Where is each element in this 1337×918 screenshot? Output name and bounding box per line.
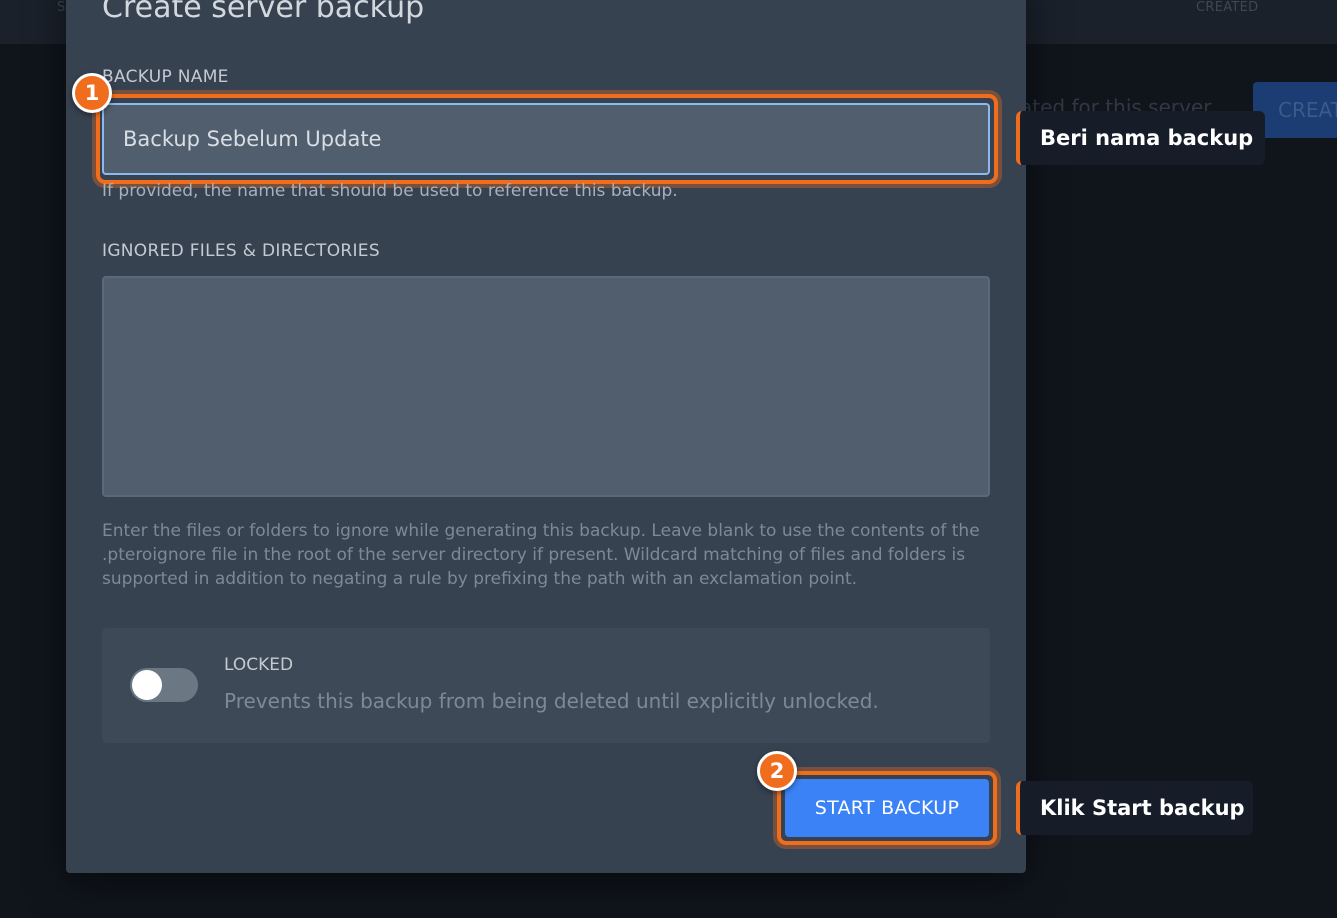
step-1-marker: 1 bbox=[72, 73, 112, 113]
ignored-files-label: IGNORED FILES & DIRECTORIES bbox=[102, 241, 380, 261]
locked-description: Prevents this backup from being deleted … bbox=[224, 689, 879, 713]
ignored-files-textarea[interactable] bbox=[102, 276, 990, 497]
background-column-created: CREATED bbox=[1196, 0, 1259, 15]
backup-name-label: BACKUP NAME bbox=[102, 67, 229, 87]
ignored-files-help: Enter the files or folders to ignore whi… bbox=[102, 521, 980, 589]
background-column-header: S bbox=[57, 0, 66, 15]
backup-name-help: If provided, the name that should be use… bbox=[102, 181, 678, 201]
modal-title: Create server backup bbox=[102, 0, 425, 25]
step-2-marker: 2 bbox=[757, 751, 797, 791]
locked-panel: LOCKED Prevents this backup from being d… bbox=[102, 628, 990, 743]
background-create-backup-button: CREAT bbox=[1253, 82, 1337, 138]
locked-toggle[interactable] bbox=[130, 668, 198, 702]
start-backup-button[interactable]: START BACKUP bbox=[785, 779, 989, 837]
locked-label: LOCKED bbox=[224, 655, 294, 675]
backup-name-input[interactable] bbox=[102, 103, 990, 175]
callout-start-backup: Klik Start backup bbox=[1016, 781, 1253, 835]
create-backup-modal: Create server backup BACKUP NAME If prov… bbox=[66, 0, 1026, 873]
callout-name-backup: Beri nama backup bbox=[1016, 111, 1265, 165]
toggle-knob bbox=[132, 670, 162, 700]
